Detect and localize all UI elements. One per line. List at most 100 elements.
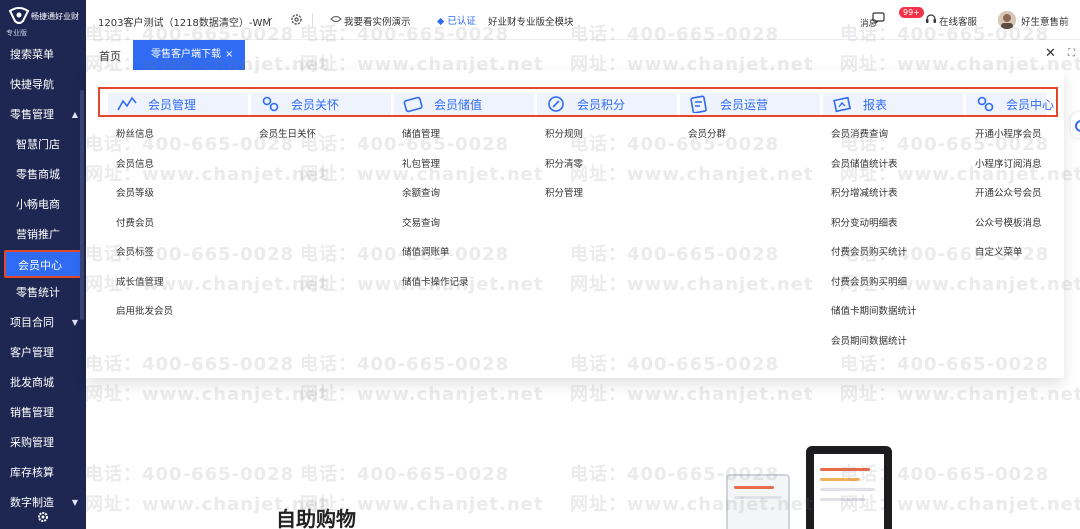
category-tab[interactable]: 报表 [823,93,963,115]
sidebar-item[interactable]: 快捷导航 [0,70,86,100]
menu-column: 积分规则 积分清零 积分管理 [545,126,583,215]
chart-line-icon [117,96,137,111]
document-icon [690,95,707,113]
tab-home[interactable]: 首页 [99,48,121,64]
category-tab[interactable]: 会员中心 [966,93,1054,115]
promo-title: 自助购物 [276,507,356,529]
sidebar-item[interactable]: 销售管理 [0,398,86,428]
sidebar-item-label: 客户管理 [10,346,54,359]
member-center-menu: 会员管理 会员关怀 会员储值 会员积分 会员运营 报表 会员中心 粉丝信息 会员信息 会员等级付… [86,70,1064,378]
sidebar-item-label: 零售商城 [16,168,60,181]
sidebar-item-label: 数字制造 [10,496,54,509]
verified-label: 已认证 [447,16,476,27]
menu-column: 会员分群 [688,126,726,156]
menu-link[interactable]: 储值卡操作记录 [402,274,469,304]
chevron-down-icon[interactable]: ⌄ [266,12,274,23]
brand-logo-icon [8,7,30,24]
menu-link[interactable]: 会员信息 [116,156,173,186]
sidebar-item[interactable]: 会员中心 [4,250,84,278]
menu-link[interactable]: 开通公众号会员 [975,185,1042,215]
company-selector[interactable]: 1203客户测试（1218数据清空）-WM [98,14,271,29]
sidebar-item[interactable]: 小畅电商 [0,190,86,220]
sidebar-item[interactable]: 库存核算 [0,458,86,488]
category-label: 会员积分 [577,98,626,112]
messages-label: 消息 [860,19,878,29]
gear-icon[interactable] [37,511,49,523]
watermark-phone: 电话：400-665-0028 [300,464,510,485]
sidebar-item[interactable]: 智慧门店 [0,130,86,160]
menu-link[interactable]: 会员分群 [688,126,726,156]
menu-link[interactable]: 粉丝信息 [116,126,173,156]
menu-link[interactable]: 会员期间数据统计 [831,333,917,363]
menu-link[interactable]: 小程序订阅消息 [975,156,1042,186]
tab-retail-client-download[interactable]: 零售客户端下载 × [133,40,245,70]
sidebar-item[interactable]: 零售管理 ▲ [0,100,86,130]
demo-link[interactable]: 我要看实例演示 [328,14,411,28]
menu-link[interactable]: 会员消费查询 [831,126,917,156]
menu-link[interactable]: 储值管理 [402,126,469,156]
menu-column: 会员生日关怀 [259,126,316,156]
menu-link[interactable]: 开通小程序会员 [975,126,1042,156]
sidebar-item[interactable]: 搜索菜单 [0,40,86,70]
sidebar-item[interactable]: 零售统计 [0,278,86,308]
sidebar-item[interactable]: 采购管理 [0,428,86,458]
phone-image [726,474,790,529]
menu-link[interactable]: 积分清零 [545,156,583,186]
menu-link[interactable]: 付费会员购买明细 [831,274,917,304]
sidebar-item-label: 项目合同 [10,316,54,329]
close-icon[interactable]: × [225,49,233,60]
close-panel-icon[interactable]: ✕ [1045,46,1056,61]
sidebar-item[interactable]: 批发商城 [0,368,86,398]
menu-link[interactable]: 付费会员 [116,215,173,245]
category-tab[interactable]: 会员储值 [394,93,534,115]
menu-link[interactable]: 启用批发会员 [116,303,173,333]
category-tab[interactable]: 会员管理 [108,93,248,115]
sidebar-item[interactable]: 客户管理 [0,338,86,368]
menu-link[interactable]: 交易查询 [402,215,469,245]
menu-link[interactable]: 积分变动明细表 [831,215,917,245]
sidebar-item-label: 搜索菜单 [10,48,54,61]
menu-link[interactable]: 积分规则 [545,126,583,156]
menu-link[interactable]: 会员生日关怀 [259,126,316,156]
sidebar-item-label: 批发商城 [10,376,54,389]
watermark-site: 网址：www.chanjet.net [300,384,544,405]
sidebar-item-label: 营销推广 [16,228,60,241]
sidebar-item-label: 会员中心 [18,259,62,272]
sidebar: 畅捷通好业财 专业版 搜索菜单快捷导航 零售管理 ▲ 智慧门店零售商城小畅电商营销推广… [0,0,86,529]
sidebar-item[interactable]: 零售商城 [0,160,86,190]
menu-link[interactable]: 公众号模板消息 [975,215,1042,245]
sidebar-item-label: 智慧门店 [16,138,60,151]
menu-link[interactable]: 成长值管理 [116,274,173,304]
floating-assistant-button[interactable] [1071,112,1080,138]
menu-link[interactable]: 积分管理 [545,185,583,215]
category-tab[interactable]: 会员运营 [680,93,820,115]
menu-link[interactable]: 自定义菜单 [975,244,1042,274]
online-service-link[interactable]: 在线客服 [939,14,977,28]
avatar[interactable] [998,11,1016,29]
wallet-icon [403,96,423,113]
demo-label: 我要看实例演示 [344,17,411,28]
menu-column: 粉丝信息 会员信息 会员等级 付费会员 会员标签 成长值管理 启用批发会员 [116,126,173,333]
sidebar-item[interactable]: 项目合同 ▼ [0,308,86,338]
logo: 畅捷通好业财 专业版 [0,0,86,40]
menu-link[interactable]: 余额查询 [402,185,469,215]
menu-link[interactable]: 储值卡期间数据统计 [831,303,917,333]
category-tab[interactable]: 会员积分 [537,93,677,115]
settings-icon[interactable] [290,13,303,26]
user-name[interactable]: 好生意售前 [1021,14,1069,28]
menu-link[interactable]: 积分增减统计表 [831,185,917,215]
menu-link[interactable]: 会员储值统计表 [831,156,917,186]
menu-link[interactable]: 会员标签 [116,244,173,274]
tab-label: 零售客户端下载 [151,49,221,60]
messages-badge: 99+ [899,7,924,18]
menu-link[interactable]: 付费会员购买统计 [831,244,917,274]
fullscreen-icon[interactable]: ⛶ [1068,48,1075,59]
sidebar-item[interactable]: 营销推广 [0,220,86,250]
sidebar-scrollbar[interactable] [80,90,84,320]
menu-link[interactable]: 会员等级 [116,185,173,215]
category-tab[interactable]: 会员关怀 [251,93,391,115]
menu-column: 开通小程序会员 小程序订阅消息 开通公众号会员 公众号模板消息 自定义菜单 [975,126,1042,274]
people-care-icon [262,96,279,112]
menu-link[interactable]: 礼包管理 [402,156,469,186]
menu-link[interactable]: 储值调账单 [402,244,469,274]
